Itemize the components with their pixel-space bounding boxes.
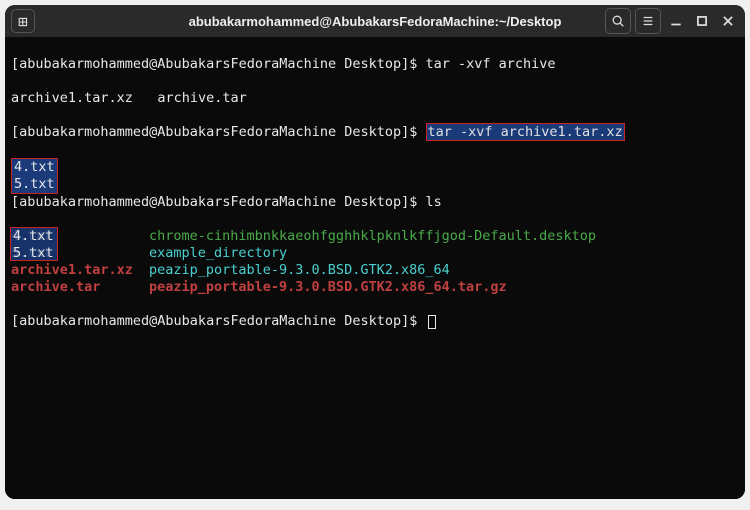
terminal-line: [abubakarmohammed@AbubakarsFedoraMachine… (11, 194, 739, 211)
ls-file: 5.txt (11, 245, 149, 262)
search-button[interactable] (605, 8, 631, 34)
search-icon (611, 14, 625, 28)
output-file: 4.txt (12, 159, 57, 176)
shell-prompt: [abubakarmohammed@AbubakarsFedoraMachine… (11, 313, 426, 329)
new-tab-button[interactable]: ⊞ (11, 9, 35, 33)
window-title: abubakarmohammed@AbubakarsFedoraMachine:… (189, 14, 562, 29)
ls-row: 4.txtchrome-cinhimbnkkaeohfgghhklpknlkff… (11, 228, 739, 245)
terminal-line: [abubakarmohammed@AbubakarsFedoraMachine… (11, 313, 739, 330)
output-text: archive.tar (157, 90, 246, 106)
terminal-line: [abubakarmohammed@AbubakarsFedoraMachine… (11, 124, 739, 141)
ls-output: 4.txtchrome-cinhimbnkkaeohfgghhklpknlkff… (11, 228, 739, 296)
ls-file: archive1.tar.xz (11, 262, 149, 279)
ls-file: archive.tar (11, 279, 149, 296)
hamburger-icon (641, 14, 655, 28)
terminal-line: [abubakarmohammed@AbubakarsFedoraMachine… (11, 56, 739, 73)
ls-file: peazip_portable-9.3.0.BSD.GTK2.x86_64 (149, 262, 450, 279)
ls-file: example_directory (149, 245, 287, 262)
ls-row: archive1.tar.xzpeazip_portable-9.3.0.BSD… (11, 262, 739, 279)
minimize-button[interactable] (665, 8, 687, 34)
ls-row: 5.txtexample_directory (11, 245, 739, 262)
highlighted-command: tar -xvf archive1.tar.xz (426, 123, 625, 141)
terminal-window: ⊞ abubakarmohammed@AbubakarsFedoraMachin… (5, 5, 745, 499)
terminal-content[interactable]: [abubakarmohammed@AbubakarsFedoraMachine… (5, 37, 745, 499)
shell-prompt: [abubakarmohammed@AbubakarsFedoraMachine… (11, 194, 426, 210)
titlebar: ⊞ abubakarmohammed@AbubakarsFedoraMachin… (5, 5, 745, 37)
shell-prompt: [abubakarmohammed@AbubakarsFedoraMachine… (11, 56, 426, 72)
command-text: ls (426, 194, 442, 210)
titlebar-right (605, 8, 739, 34)
ls-file: peazip_portable-9.3.0.BSD.GTK2.x86_64.ta… (149, 279, 507, 296)
highlighted-output: 4.txt5.txt (11, 158, 58, 194)
output-text: archive1.tar.xz (11, 90, 133, 106)
ls-file: chrome-cinhimbnkkaeohfgghhklpknlkffjgod-… (149, 228, 596, 245)
maximize-icon (695, 14, 709, 28)
maximize-button[interactable] (691, 8, 713, 34)
ls-file: 4.txt (11, 228, 149, 245)
terminal-line: archive1.tar.xz archive.tar (11, 90, 739, 107)
minimize-icon (669, 14, 683, 28)
output-file: 5.txt (12, 176, 57, 193)
ls-row: archive.tarpeazip_portable-9.3.0.BSD.GTK… (11, 279, 739, 296)
close-button[interactable] (717, 8, 739, 34)
shell-prompt: [abubakarmohammed@AbubakarsFedoraMachine… (11, 124, 426, 140)
cursor-icon (428, 315, 436, 329)
command-text: tar -xvf archive (426, 56, 556, 72)
close-icon (721, 14, 735, 28)
hamburger-menu-button[interactable] (635, 8, 661, 34)
titlebar-left: ⊞ (11, 9, 35, 33)
